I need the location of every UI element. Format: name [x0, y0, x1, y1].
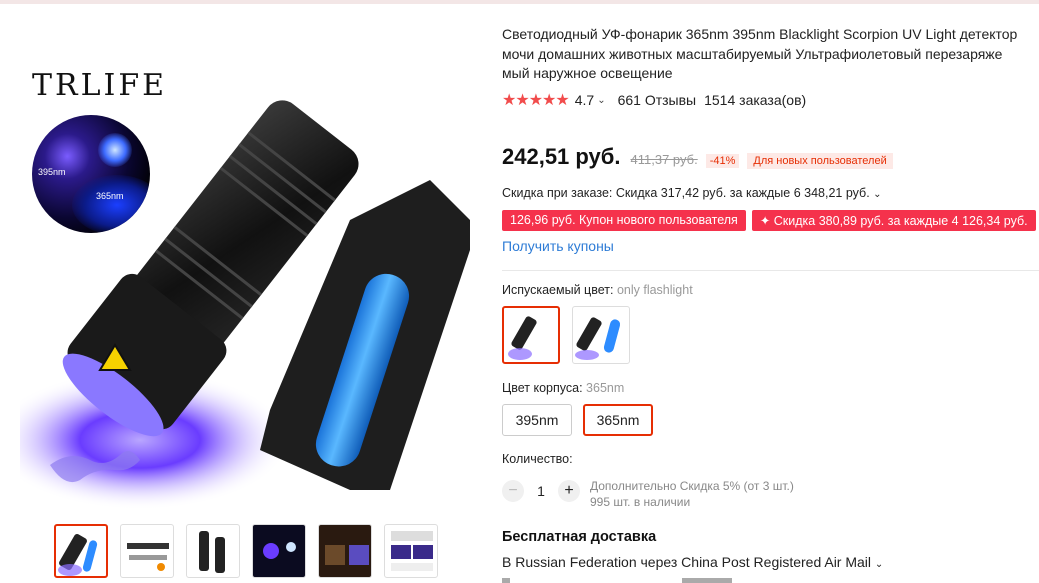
original-price: 411,37 руб.: [630, 152, 698, 167]
shipping-method[interactable]: В Russian Federation через China Post Re…: [502, 554, 883, 570]
shipping-title: Бесплатная доставка: [502, 529, 657, 545]
flashlight-illustration: [20, 100, 470, 510]
discount-badge: -41%: [705, 154, 740, 168]
rating-row: ★★★★★ 4.7 ⌄ 661 Отзывы 1514 заказа(ов): [502, 90, 806, 110]
coupon-row: 126,96 руб. Купон нового пользователя ✦ …: [502, 210, 1039, 231]
quantity-note: Дополнительно Скидка 5% (от 3 шт.) 995 ш…: [590, 479, 794, 509]
price-row: 242,51 руб. 411,37 руб. -41% Для новых п…: [502, 144, 893, 170]
chevron-down-icon[interactable]: ⌄: [873, 189, 881, 200]
current-price: 242,51 руб.: [502, 144, 621, 169]
top-strip: [0, 0, 1039, 4]
body-color-label: Цвет корпуса: 365nm: [502, 381, 625, 395]
thumbnail-3[interactable]: [186, 524, 240, 578]
option-395nm[interactable]: 395nm: [502, 404, 572, 436]
color-selected-value: only flashlight: [616, 283, 693, 297]
option-365nm[interactable]: 365nm: [583, 404, 653, 436]
thumbnail-strip: [54, 524, 454, 580]
chevron-down-icon[interactable]: ⌄: [597, 95, 605, 106]
rating-value[interactable]: 4.7: [575, 92, 594, 108]
color-swatch-flashlight[interactable]: [502, 306, 560, 364]
new-user-coupon[interactable]: 126,96 руб. Купон нового пользователя: [502, 210, 746, 231]
thumbnail-2[interactable]: [120, 524, 174, 578]
color-swatch-with-charger[interactable]: [572, 306, 630, 364]
order-discount[interactable]: Скидка при заказе: Скидка 317,42 руб. за…: [502, 186, 882, 200]
cut-off-text-line: [502, 578, 762, 583]
thumbnail-5[interactable]: [318, 524, 372, 578]
product-title: Светодиодный УФ-фонарик 365nm 395nm Blac…: [502, 26, 1018, 81]
chevron-down-icon[interactable]: ⌄: [875, 559, 883, 570]
thumbnail-1[interactable]: [54, 524, 108, 578]
increase-button[interactable]: +: [558, 480, 580, 502]
quantity-value[interactable]: 1: [524, 483, 558, 499]
main-product-image[interactable]: TRLIFE 395nm 365nm: [20, 20, 490, 510]
thumbnail-4[interactable]: [252, 524, 306, 578]
reviews-link[interactable]: 661 Отзывы: [618, 92, 697, 108]
new-user-badge: Для новых пользователей: [747, 153, 893, 169]
color-option-label: Испускаемый цвет: only flashlight: [502, 283, 693, 297]
store-discount-coupon[interactable]: ✦ Скидка 380,89 руб. за каждые 4 126,34 …: [751, 210, 1036, 231]
body-selected-value: 365nm: [586, 381, 625, 395]
quantity-stepper[interactable]: − 1 +: [502, 480, 580, 502]
rating-stars: ★★★★★: [502, 92, 570, 109]
get-coupons-link[interactable]: Получить купоны: [502, 238, 614, 254]
orders-count: 1514 заказа(ов): [704, 92, 807, 108]
decrease-button[interactable]: −: [502, 480, 524, 502]
divider: [502, 270, 1039, 271]
quantity-label: Количество:: [502, 452, 573, 466]
thumbnail-6[interactable]: [384, 524, 438, 578]
